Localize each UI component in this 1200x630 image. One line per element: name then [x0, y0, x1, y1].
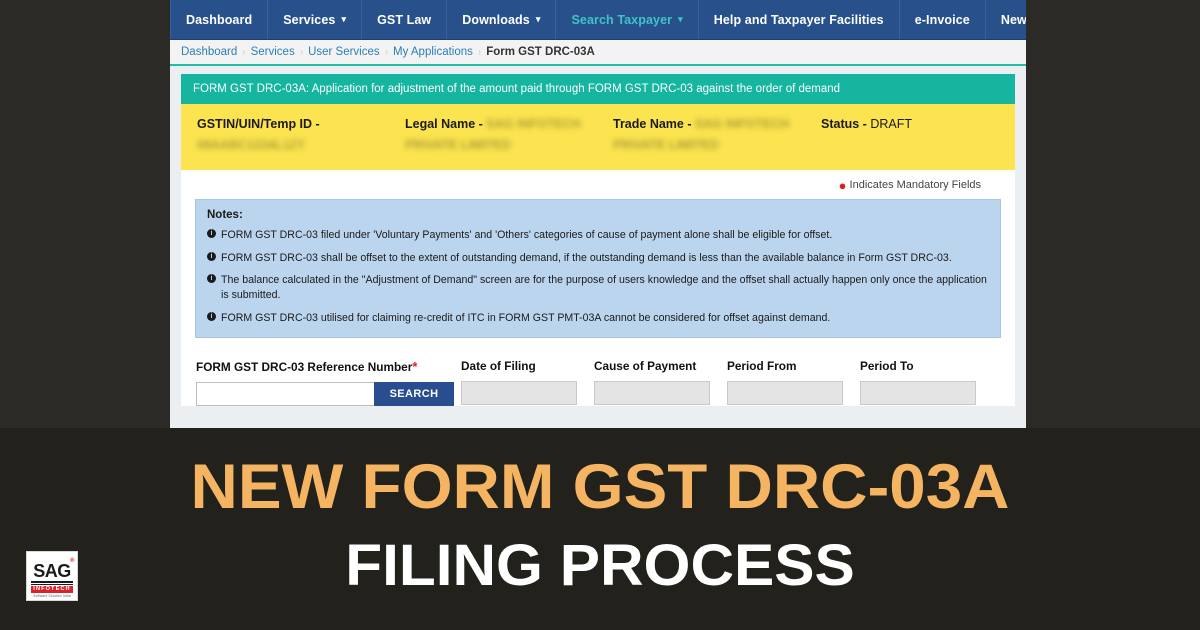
- mandatory-fields-note: ● Indicates Mandatory Fields: [193, 179, 1003, 199]
- period-to-field-group: Period To: [860, 359, 976, 406]
- nav-item-downloads[interactable]: Downloads ▾: [447, 0, 557, 39]
- nav-item-gst-law[interactable]: GST Law: [362, 0, 448, 39]
- breadcrumb-item-user-services[interactable]: User Services: [308, 46, 380, 58]
- gstin-field: GSTIN/UIN/Temp ID - 08AABC1234L1ZY: [197, 117, 405, 154]
- reference-number-input[interactable]: [196, 382, 374, 407]
- required-star-icon: *: [412, 359, 418, 375]
- breadcrumb-item-dashboard[interactable]: Dashboard: [181, 46, 237, 58]
- note-item: i FORM GST DRC-03 filed under 'Voluntary…: [207, 228, 989, 243]
- legal-name-value-line2: PRIVATE LIMITED: [405, 138, 511, 153]
- gstin-value: 08AABC1234L1ZY: [197, 138, 306, 153]
- status-field: Status - DRAFT: [821, 117, 912, 154]
- date-of-filing-label: Date of Filing: [461, 359, 536, 374]
- period-from-value: [727, 381, 843, 406]
- info-icon: i: [207, 311, 216, 321]
- period-from-field-group: Period From: [727, 359, 843, 406]
- period-to-label: Period To: [860, 359, 914, 374]
- legal-name-label: Legal Name - SAG INFOTECH: [405, 117, 581, 132]
- trade-name-value-line2: PRIVATE LIMITED: [613, 138, 719, 153]
- logo-rule: [31, 583, 73, 585]
- banner-headline-line2: FILING PROCESS: [345, 533, 855, 598]
- form-panel: ● Indicates Mandatory Fields Notes: i FO…: [181, 170, 1015, 407]
- promo-banner: NEW FORM GST DRC-03A FILING PROCESS: [0, 428, 1200, 630]
- legal-name-value-line1: SAG INFOTECH: [486, 117, 581, 132]
- main-navigation: Dashboard Services ▾ GST Law Downloads ▾…: [170, 0, 1026, 40]
- reference-number-field-group: FORM GST DRC-03 Reference Number* SEARCH: [196, 359, 454, 407]
- banner-headline-line1: NEW FORM GST DRC-03A: [190, 452, 1010, 522]
- period-to-value: [860, 381, 976, 406]
- notes-panel: Notes: i FORM GST DRC-03 filed under 'Vo…: [195, 199, 1001, 339]
- nav-item-search-taxpayer[interactable]: Search Taxpayer ▾: [556, 0, 699, 39]
- logo-tagline: Software Solution India: [33, 594, 71, 598]
- gst-portal-screenshot: Dashboard Services ▾ GST Law Downloads ▾…: [170, 0, 1026, 428]
- note-item: i FORM GST DRC-03 shall be offset to the…: [207, 251, 989, 266]
- logo-name: SAG: [33, 561, 71, 581]
- registered-trademark-icon: ®: [70, 558, 74, 564]
- nav-item-label: GST Law: [377, 12, 432, 27]
- breadcrumb-item-services[interactable]: Services: [251, 46, 295, 58]
- logo-subtitle: INFOTECH: [31, 586, 73, 593]
- nav-item-label: Help and Taxpayer Facilities: [713, 12, 884, 27]
- period-from-label: Period From: [727, 359, 797, 374]
- note-text: FORM GST DRC-03 shall be offset to the e…: [221, 251, 952, 264]
- page-content: FORM GST DRC-03A: Application for adjust…: [170, 66, 1026, 428]
- trade-name-value-line1: SAG INFOTECH: [695, 117, 790, 132]
- note-text: The balance calculated in the "Adjustmen…: [221, 274, 987, 302]
- nav-item-dashboard[interactable]: Dashboard: [170, 0, 269, 39]
- cause-of-payment-value: [594, 381, 710, 406]
- mandatory-fields-text: Indicates Mandatory Fields: [849, 179, 981, 192]
- status-label: Status - DRAFT: [821, 117, 912, 132]
- nav-item-label: Dashboard: [186, 12, 253, 27]
- trade-name-field: Trade Name - SAG INFOTECH PRIVATE LIMITE…: [613, 117, 821, 154]
- note-item: i FORM GST DRC-03 utilised for claiming …: [207, 311, 989, 326]
- nav-item-label: Search Taxpayer: [571, 12, 673, 27]
- breadcrumb-item-current: Form GST DRC-03A: [486, 46, 595, 58]
- nav-item-news-and-updates[interactable]: News and Updates: [986, 0, 1026, 39]
- breadcrumb-separator-icon: ›: [385, 46, 388, 58]
- note-item: i The balance calculated in the "Adjustm…: [207, 273, 989, 304]
- info-icon: i: [207, 251, 216, 261]
- legal-name-field: Legal Name - SAG INFOTECH PRIVATE LIMITE…: [405, 117, 613, 154]
- note-text: FORM GST DRC-03 filed under 'Voluntary P…: [221, 229, 833, 242]
- chevron-down-icon: ▾: [341, 14, 347, 24]
- logo-rule: [31, 581, 73, 583]
- nav-item-label: News and Updates: [1000, 12, 1026, 27]
- nav-item-services[interactable]: Services ▾: [268, 0, 363, 39]
- note-text: FORM GST DRC-03 utilised for claiming re…: [221, 311, 831, 324]
- cause-of-payment-field-group: Cause of Payment: [594, 359, 710, 406]
- date-of-filing-value: [461, 381, 577, 406]
- breadcrumb-separator-icon: ›: [300, 46, 303, 58]
- breadcrumb-separator-icon: ›: [242, 46, 246, 58]
- chevron-down-icon: ▾: [678, 14, 683, 24]
- nav-item-label: e-Invoice: [914, 12, 970, 27]
- logo-rule-bars: [31, 581, 73, 585]
- nav-item-help-and-taxpayer-facilities[interactable]: Help and Taxpayer Facilities: [699, 0, 900, 39]
- gstin-label: GSTIN/UIN/Temp ID -: [197, 117, 320, 132]
- breadcrumb-separator-icon: ›: [478, 46, 481, 58]
- nav-item-label: Services: [283, 12, 336, 27]
- sag-infotech-logo: SAG ® INFOTECH Software Solution India: [26, 551, 78, 601]
- search-form-row: FORM GST DRC-03 Reference Number* SEARCH…: [193, 359, 1003, 407]
- nav-item-label: Downloads: [462, 12, 530, 27]
- logo-wordmark: SAG ®: [31, 558, 74, 581]
- chevron-down-icon: ▾: [535, 14, 541, 24]
- notes-title: Notes:: [207, 209, 243, 222]
- form-title-banner: FORM GST DRC-03A: Application for adjust…: [181, 74, 1015, 105]
- search-button[interactable]: SEARCH: [374, 382, 454, 407]
- info-icon: i: [207, 274, 216, 284]
- status-badge: DRAFT: [870, 117, 912, 132]
- breadcrumb-item-my-applications[interactable]: My Applications: [393, 46, 473, 58]
- info-icon: i: [207, 229, 216, 239]
- cause-of-payment-label: Cause of Payment: [594, 359, 697, 374]
- breadcrumb: Dashboard › Services › User Services › M…: [170, 40, 1026, 66]
- required-star-icon: ●: [838, 178, 847, 194]
- taxpayer-info-panel: GSTIN/UIN/Temp ID - 08AABC1234L1ZY Legal…: [181, 104, 1015, 171]
- page-root: Dashboard Services ▾ GST Law Downloads ▾…: [0, 0, 1200, 630]
- reference-number-label: FORM GST DRC-03 Reference Number*: [196, 359, 418, 375]
- date-of-filing-field-group: Date of Filing: [461, 359, 577, 406]
- trade-name-label: Trade Name - SAG INFOTECH: [613, 117, 790, 132]
- nav-item-e-invoice[interactable]: e-Invoice: [900, 0, 986, 39]
